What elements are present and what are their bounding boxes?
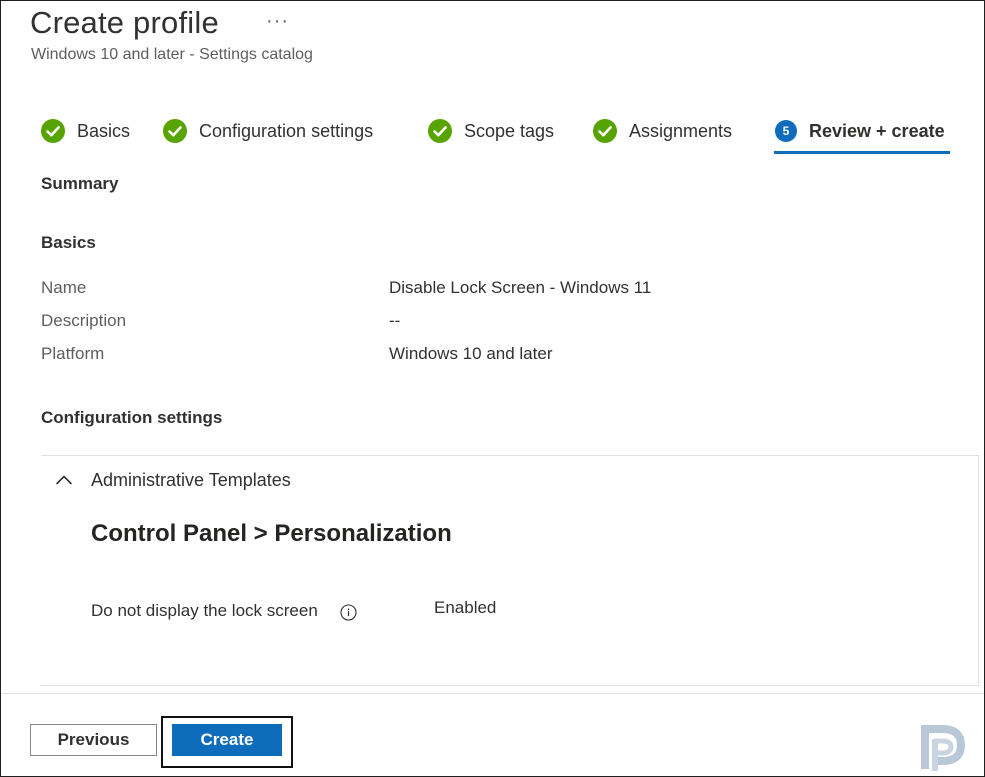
tab-configuration-settings[interactable]: Configuration settings (163, 117, 373, 145)
accordion-title[interactable]: Administrative Templates (91, 470, 291, 491)
platform-label: Platform (41, 344, 105, 363)
summary-heading: Summary (41, 174, 119, 193)
check-circle-icon (428, 119, 452, 143)
page-subtitle: Windows 10 and later - Settings catalog (31, 46, 313, 63)
description-label: Description (41, 311, 127, 330)
configuration-settings-heading: Configuration settings (41, 408, 223, 427)
tab-configuration-settings-label: Configuration settings (199, 120, 374, 141)
info-icon[interactable] (340, 604, 357, 621)
active-tab-indicator (774, 151, 950, 154)
tab-scope-tags-label: Scope tags (464, 120, 555, 141)
basics-heading: Basics (41, 233, 96, 252)
description-value: -- (389, 311, 401, 330)
tab-basics-label: Basics (77, 120, 131, 141)
chevron-up-icon[interactable] (55, 471, 73, 489)
check-circle-icon (41, 119, 65, 143)
name-value: Disable Lock Screen - Windows 11 (389, 278, 652, 297)
step-number-icon: 5 (775, 120, 797, 142)
check-circle-icon (163, 119, 187, 143)
previous-button[interactable]: Previous (30, 724, 157, 756)
accordion-top-divider (41, 455, 979, 456)
name-label: Name (41, 278, 87, 297)
accordion-bottom-divider (41, 685, 979, 686)
create-profile-panel: Create profile ··· Windows 10 and later … (0, 0, 985, 777)
tab-review-create[interactable]: 5 Review + create (775, 117, 945, 145)
footer-divider (2, 693, 984, 694)
tab-assignments-label: Assignments (629, 120, 733, 141)
platform-value: Windows 10 and later (389, 344, 553, 363)
tab-basics[interactable]: Basics (41, 117, 130, 145)
tab-review-create-label: Review + create (809, 120, 945, 141)
tab-assignments[interactable]: Assignments (593, 117, 732, 145)
scroll-area-edge (978, 456, 979, 685)
setting-value: Enabled (434, 598, 497, 617)
create-button[interactable]: Create (172, 724, 282, 756)
setting-label: Do not display the lock screen (91, 601, 318, 620)
page-title: Create profile (30, 5, 219, 40)
more-icon[interactable]: ··· (266, 10, 289, 33)
tab-scope-tags[interactable]: Scope tags (428, 117, 554, 145)
check-circle-icon (593, 119, 617, 143)
brand-logo-icon (921, 725, 966, 771)
category-title: Control Panel > Personalization (91, 520, 452, 547)
